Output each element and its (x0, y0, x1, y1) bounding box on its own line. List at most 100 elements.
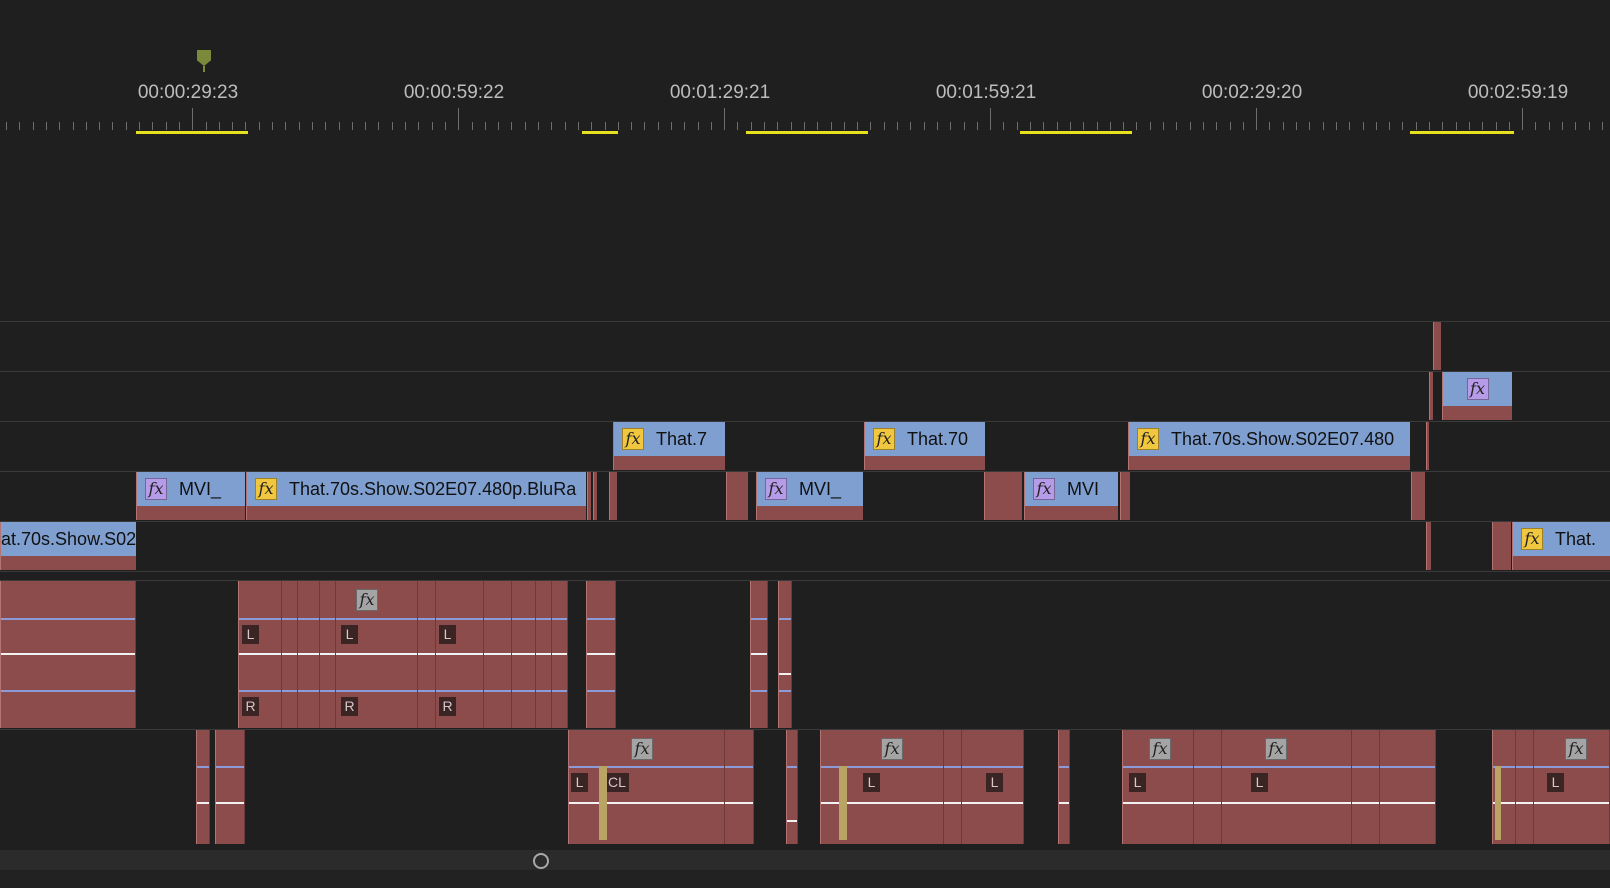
audio-clip[interactable]: fx L L (820, 730, 1024, 844)
video-clip-sliver[interactable] (1492, 522, 1511, 570)
video-clip[interactable]: fx That.70s.Show.S02E07.480p.BluRa (246, 472, 586, 520)
ruler-tick (1402, 122, 1403, 130)
ruler-tick (445, 122, 446, 130)
ruler-tick (1003, 122, 1004, 130)
ruler-tick (1030, 122, 1031, 130)
timecode-label: 00:02:59:19 (1467, 82, 1569, 103)
timeline-tracks: fx fx That.7 fx That.70 fx That.70s.Show.S0… (0, 138, 1610, 850)
video-clip-sliver[interactable] (593, 472, 597, 520)
ruler-tick (245, 122, 246, 130)
ruler-tick (671, 122, 672, 130)
ruler-tick (166, 122, 167, 130)
audio-clip[interactable]: fx fx L L (1122, 730, 1436, 844)
video-clip[interactable]: at.70s.Show.S02 (0, 522, 136, 570)
ruler-tick (1416, 122, 1417, 130)
ruler-tick (1522, 108, 1523, 130)
ruler-tick (99, 122, 100, 130)
work-area-bar[interactable] (1410, 131, 1514, 134)
work-area-bar[interactable] (582, 131, 618, 134)
clip-name: MVI (1067, 478, 1100, 499)
fx-icon: fx (1149, 738, 1171, 760)
ruler-tick (1323, 122, 1324, 130)
audio-clip[interactable] (786, 730, 798, 844)
time-ruler[interactable]: 00:00:29:23 00:00:59:22 00:01:29:21 00:0… (0, 0, 1610, 138)
ruler-tick (312, 122, 313, 130)
audio-clip[interactable] (0, 581, 136, 728)
ruler-tick (1190, 122, 1191, 130)
timecode-label: 00:00:59:22 (403, 82, 505, 103)
nested-sequence-clip[interactable]: fx MVI (1024, 472, 1118, 520)
video-clip-sliver[interactable] (1429, 372, 1433, 420)
ruler-tick (405, 122, 406, 130)
ruler-tick (884, 122, 885, 130)
ruler-tick (1456, 122, 1457, 130)
clip-name: at.70s.Show.S02 (1, 528, 136, 549)
audio-clip[interactable] (778, 581, 792, 728)
nested-sequence-clip[interactable]: fx MVI_ (756, 472, 863, 520)
audio-clip[interactable] (586, 581, 616, 728)
video-clip[interactable]: fx That. (1512, 522, 1610, 570)
fx-icon: fx (255, 478, 277, 500)
video-clip-sliver[interactable] (587, 472, 591, 520)
ruler-tick (73, 122, 74, 130)
ruler-tick (1469, 122, 1470, 130)
video-clip-sliver[interactable] (1426, 422, 1429, 470)
ruler-tick (591, 122, 592, 130)
right-channel-badge: R (341, 697, 358, 716)
ruler-tick (1589, 122, 1590, 130)
fx-icon: fx (881, 738, 903, 760)
audio-clip[interactable]: fx L (1492, 730, 1610, 844)
ruler-tick (179, 122, 180, 130)
video-clip-sliver[interactable] (1426, 522, 1431, 570)
zoom-scroll-handle[interactable] (533, 853, 549, 869)
work-area-bar[interactable] (746, 131, 868, 134)
audio-clip[interactable] (750, 581, 768, 728)
ruler-tick (272, 122, 273, 130)
timeline-scrollbar[interactable] (0, 850, 1610, 888)
left-channel-badge: L (242, 625, 259, 644)
ruler-tick (1017, 122, 1018, 130)
audio-clip[interactable]: L CL fx (568, 730, 754, 844)
nested-sequence-clip[interactable]: fx MVI_ (136, 472, 245, 520)
timecode-label: 00:02:29:20 (1201, 82, 1303, 103)
track-separator (0, 321, 1610, 322)
nested-sequence-clip[interactable]: fx (1442, 372, 1512, 420)
ruler-tick (1243, 122, 1244, 130)
video-clip-sliver[interactable] (726, 472, 748, 520)
audio-clip[interactable] (215, 730, 245, 844)
ruler-tick (1203, 122, 1204, 130)
ruler-tick (1163, 122, 1164, 130)
video-clip[interactable]: fx That.70s.Show.S02E07.480 (1128, 422, 1410, 470)
ruler-tick (964, 122, 965, 130)
video-clip-sliver[interactable] (1411, 472, 1425, 520)
ruler-tick (33, 122, 34, 130)
fx-icon: fx (873, 428, 895, 450)
scroll-track[interactable] (0, 850, 1610, 870)
playhead-stem (203, 66, 205, 72)
ruler-tick (1057, 122, 1058, 130)
audio-clip[interactable] (196, 730, 210, 844)
ruler-tick (59, 122, 60, 130)
video-clip-sliver[interactable] (984, 472, 1022, 520)
left-channel-badge: L (863, 773, 880, 792)
work-area-bar[interactable] (136, 131, 248, 134)
ruler-tick (698, 122, 699, 130)
fx-icon: fx (1466, 378, 1489, 400)
ruler-tick (432, 122, 433, 130)
video-clip[interactable]: fx That.70 (864, 422, 985, 470)
ruler-tick (1336, 122, 1337, 130)
playhead-marker[interactable] (197, 50, 211, 66)
video-clip-sliver[interactable] (1433, 322, 1441, 370)
clip-name: That. (1555, 528, 1597, 549)
audio-clip[interactable] (1058, 730, 1070, 844)
audio-clip[interactable]: fx L L L R R R (238, 581, 568, 728)
ruler-tick (618, 122, 619, 130)
video-clip[interactable]: fx That.7 (613, 422, 725, 470)
track-separator (0, 571, 1610, 572)
work-area-bar[interactable] (1020, 131, 1132, 134)
video-clip-sliver[interactable] (1120, 472, 1130, 520)
left-channel-badge: L (1251, 773, 1268, 792)
ruler-tick (112, 122, 113, 130)
fx-icon: fx (356, 589, 378, 611)
video-clip-sliver[interactable] (609, 472, 617, 520)
